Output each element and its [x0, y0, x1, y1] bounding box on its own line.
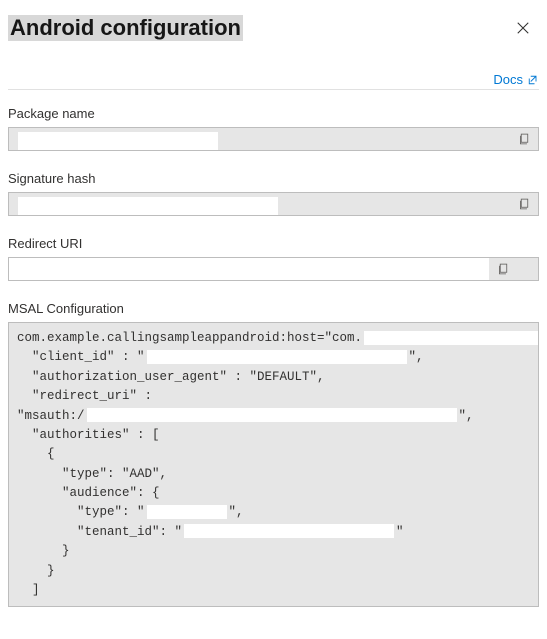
redacted-value	[18, 197, 278, 215]
close-button[interactable]	[507, 12, 539, 44]
copy-button[interactable]	[489, 258, 517, 280]
copy-button[interactable]	[510, 128, 538, 150]
package-name-row	[8, 127, 539, 151]
redirect-uri-row	[8, 257, 539, 281]
external-link-icon	[527, 74, 539, 86]
redacted-value	[184, 524, 394, 538]
copy-icon	[518, 197, 531, 211]
msal-config-label: MSAL Configuration	[8, 301, 539, 316]
msal-config-group: MSAL Configuration com.example.callingsa…	[8, 301, 539, 607]
msal-text: "client_id" : "	[17, 350, 145, 364]
redirect-uri-input[interactable]	[9, 258, 489, 280]
redacted-value	[147, 350, 407, 364]
redirect-uri-group: Redirect URI	[8, 236, 539, 281]
msal-text: ]	[17, 583, 40, 597]
docs-link-label: Docs	[493, 72, 523, 87]
msal-text: com.example.callingsampleappandroid:host…	[17, 331, 362, 345]
page-title: Android configuration	[8, 15, 243, 41]
msal-text: "	[396, 525, 404, 539]
docs-row: Docs	[8, 72, 539, 87]
msal-text: "authorization_user_agent" : "DEFAULT",	[17, 370, 325, 384]
package-name-group: Package name	[8, 106, 539, 151]
msal-text: ",	[459, 409, 474, 423]
redacted-value	[364, 331, 539, 345]
msal-text: "tenant_id": "	[17, 525, 182, 539]
msal-text: {	[17, 447, 55, 461]
package-name-input[interactable]	[9, 128, 510, 150]
redirect-uri-label: Redirect URI	[8, 236, 539, 251]
msal-text: "msauth:/	[17, 409, 85, 423]
header: Android configuration	[8, 12, 539, 44]
msal-text: "redirect_uri" :	[17, 389, 152, 403]
msal-text: "authorities" : [	[17, 428, 160, 442]
msal-text: "type": "	[17, 505, 145, 519]
redacted-value	[18, 132, 218, 150]
msal-text: }	[17, 564, 55, 578]
redacted-value	[147, 505, 227, 519]
signature-hash-row	[8, 192, 539, 216]
copy-icon	[497, 262, 510, 276]
divider	[8, 89, 539, 90]
msal-text: ",	[409, 350, 424, 364]
msal-text: ",	[229, 505, 244, 519]
package-name-label: Package name	[8, 106, 539, 121]
msal-text: }	[17, 544, 70, 558]
msal-config-block[interactable]: com.example.callingsampleappandroid:host…	[8, 322, 539, 607]
redacted-value	[87, 408, 457, 422]
signature-hash-input[interactable]	[9, 193, 510, 215]
signature-hash-label: Signature hash	[8, 171, 539, 186]
close-icon	[516, 21, 530, 35]
signature-hash-group: Signature hash	[8, 171, 539, 216]
copy-button[interactable]	[510, 193, 538, 215]
docs-link[interactable]: Docs	[493, 72, 539, 87]
msal-text: "audience": {	[17, 486, 160, 500]
copy-icon	[518, 132, 531, 146]
msal-text: "type": "AAD",	[17, 467, 167, 481]
